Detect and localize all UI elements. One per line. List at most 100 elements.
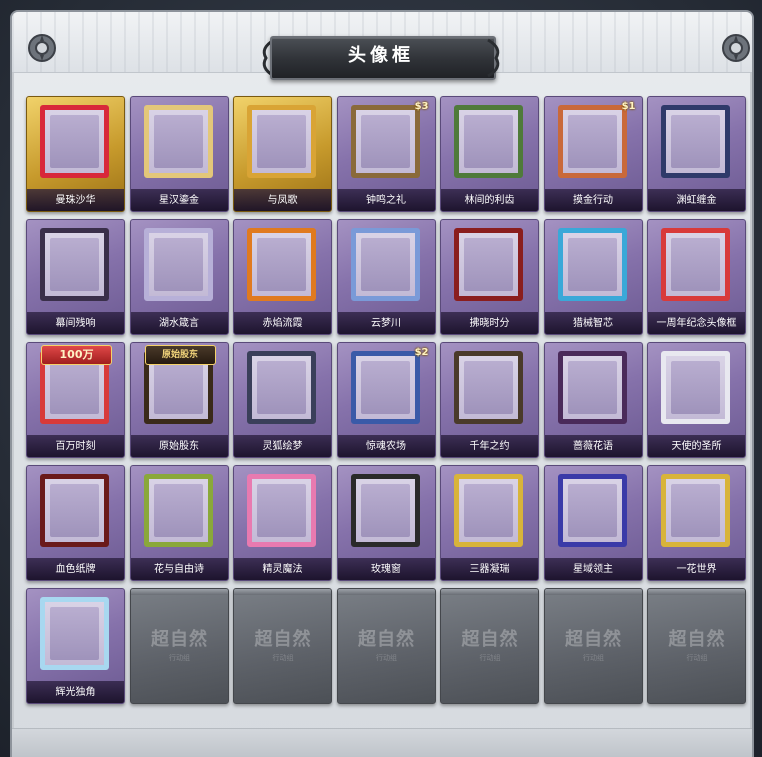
frame-banner: 100万 xyxy=(41,345,112,365)
frame-card[interactable]: 星汉鎏金 xyxy=(129,96,229,212)
locked-frame-card[interactable]: 超自然 行动组 xyxy=(543,588,643,704)
frame-card[interactable]: 赤焰流霞 xyxy=(233,219,332,335)
avatar-frame-preview xyxy=(557,228,627,301)
avatar-placeholder xyxy=(50,115,99,168)
frame-card[interactable]: 蔷薇花语 xyxy=(543,342,643,458)
frame-card[interactable]: 林间的利齿 xyxy=(440,96,539,212)
frame-card[interactable]: 拂晓时分 xyxy=(440,219,539,335)
locked-emblem-sub: 行动组 xyxy=(686,654,708,662)
frame-name: 天使的圣所 xyxy=(671,441,722,452)
avatar-frame-preview xyxy=(661,228,730,301)
frame-card[interactable]: 一周年纪念头像框 xyxy=(647,219,746,335)
locked-emblem-sub: 行动组 xyxy=(583,654,604,662)
frame-card[interactable]: $3 钟鸣之礼 xyxy=(336,96,436,212)
frame-name: 千年之约 xyxy=(469,441,510,452)
frame-name: 钟鸣之礼 xyxy=(366,195,406,206)
avatar-frame-preview xyxy=(350,351,420,424)
frame-card[interactable]: 辉光独角 xyxy=(26,588,125,704)
frame-grid: 曼珠沙华 星汉鎏金 与凤歌 $3 钟鸣之礼 林间的利齿 $1 摸金行动 渊虹缠金幕间残响 湖水箴言… xyxy=(26,96,746,716)
avatar-placeholder xyxy=(464,484,513,537)
card-tab xyxy=(337,589,435,595)
frame-name: 一周年纪念头像框 xyxy=(656,318,737,329)
frame-card[interactable]: 湖水箴言 xyxy=(129,219,229,335)
card-tab xyxy=(234,589,331,595)
avatar-placeholder xyxy=(257,115,306,168)
avatar-placeholder xyxy=(153,238,203,291)
frame-name: 与凤歌 xyxy=(267,195,298,206)
ornament-icon xyxy=(722,34,750,62)
locked-frame-card[interactable]: 超自然 行动组 xyxy=(440,588,539,704)
avatar-placeholder xyxy=(360,484,410,537)
avatar-frame-preview xyxy=(350,228,420,301)
avatar-frame-preview xyxy=(454,105,523,178)
avatar-frame-preview xyxy=(557,105,627,178)
avatar-placeholder xyxy=(464,238,513,291)
frame-card[interactable]: 幕间残响 xyxy=(26,219,125,335)
avatar-frame-preview xyxy=(143,474,213,547)
frame-name: 拂晓时分 xyxy=(469,318,510,329)
locked-emblem-sub: 行动组 xyxy=(376,654,397,662)
frame-card[interactable]: 猎械智芯 xyxy=(543,219,643,335)
locked-frame-card[interactable]: 超自然 行动组 xyxy=(233,588,332,704)
frame-name: 惊魂农场 xyxy=(366,441,406,452)
frame-name: 猎械智芯 xyxy=(573,318,613,329)
avatar-frame-preview xyxy=(350,474,420,547)
frame-name: 赤焰流霞 xyxy=(262,318,303,329)
panel-footer-strip xyxy=(12,728,752,757)
frame-name: 血色纸牌 xyxy=(55,564,96,575)
frame-card[interactable]: 渊虹缠金 xyxy=(647,96,746,212)
avatar-frame-preview xyxy=(247,105,316,178)
frame-card[interactable]: 千年之约 xyxy=(440,342,539,458)
avatar-frame-preview xyxy=(350,105,420,178)
avatar-frame-preview xyxy=(454,474,523,547)
frame-name: 原始股东 xyxy=(159,441,199,452)
frame-card[interactable]: 原始股东 原始股东 xyxy=(129,342,229,458)
avatar-placeholder xyxy=(50,238,99,291)
frame-card[interactable]: 玫瑰窗 xyxy=(336,465,436,581)
card-tab xyxy=(544,589,642,595)
avatar-frame-preview xyxy=(661,351,730,424)
frame-card[interactable]: 星域领主 xyxy=(543,465,643,581)
frame-card[interactable]: 血色纸牌 xyxy=(26,465,125,581)
locked-frame-card[interactable]: 超自然 行动组 xyxy=(129,588,229,704)
avatar-frame-preview xyxy=(40,474,109,547)
frame-card[interactable]: 灵狐绘梦 xyxy=(233,342,332,458)
avatar-placeholder xyxy=(50,607,99,660)
frame-name: 摸金行动 xyxy=(573,195,613,206)
frame-name: 星域领主 xyxy=(573,564,613,575)
avatar-placeholder xyxy=(257,361,306,414)
avatar-frame-preview xyxy=(143,228,213,301)
locked-emblem-sub: 行动组 xyxy=(479,654,501,662)
frame-card[interactable]: $2 惊魂农场 xyxy=(336,342,436,458)
frame-card[interactable]: 花与自由诗 xyxy=(129,465,229,581)
frame-name: 曼珠沙华 xyxy=(55,195,96,206)
card-tab xyxy=(648,589,745,595)
frame-card[interactable]: 精灵魔法 xyxy=(233,465,332,581)
avatar-placeholder xyxy=(464,361,513,414)
frame-card[interactable]: 三器凝瑞 xyxy=(440,465,539,581)
price-badge: $2 xyxy=(414,347,429,358)
avatar-frame-preview xyxy=(247,228,316,301)
locked-emblem-sub: 行动组 xyxy=(272,654,294,662)
frame-name: 百万时刻 xyxy=(55,441,96,452)
locked-frame-card[interactable]: 超自然 行动组 xyxy=(647,588,746,704)
avatar-placeholder xyxy=(153,115,203,168)
frame-card[interactable]: $1 摸金行动 xyxy=(543,96,643,212)
avatar-placeholder xyxy=(50,484,99,537)
page-title: 头像框 xyxy=(348,45,414,66)
frame-card[interactable]: 一花世界 xyxy=(647,465,746,581)
frame-name: 玫瑰窗 xyxy=(371,564,401,575)
locked-frame-card[interactable]: 超自然 行动组 xyxy=(336,588,436,704)
frame-card[interactable]: 曼珠沙华 xyxy=(26,96,125,212)
frame-collection-screen: 头像框 曼珠沙华 星汉鎏金 与凤歌 $3 钟鸣之礼 林间的利齿 $1 摸金行动 渊虹缠金幕间残响… xyxy=(0,0,762,757)
frame-card[interactable]: 天使的圣所 xyxy=(647,342,746,458)
frame-name: 花与自由诗 xyxy=(154,564,204,575)
price-badge: $1 xyxy=(621,101,636,112)
frame-card[interactable]: 100万百万时刻 xyxy=(26,342,125,458)
avatar-frame-preview xyxy=(247,474,316,547)
avatar-placeholder xyxy=(360,361,410,414)
title-banner: 头像框 xyxy=(258,30,504,88)
frame-card[interactable]: 云梦川 xyxy=(336,219,436,335)
frame-card[interactable]: 与凤歌 xyxy=(233,96,332,212)
avatar-frame-preview xyxy=(557,474,627,547)
